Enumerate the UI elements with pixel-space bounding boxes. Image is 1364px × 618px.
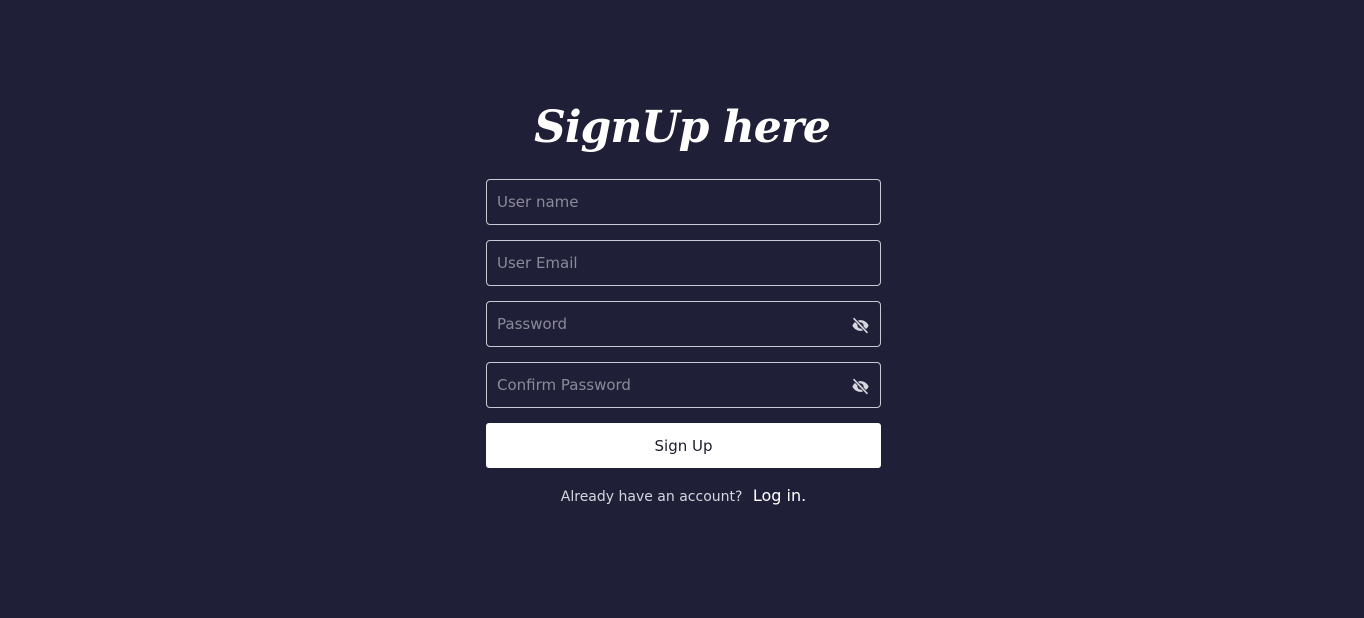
- login-prompt: Already have an account? Log in.: [486, 486, 881, 505]
- eye-slash-icon[interactable]: [850, 376, 870, 396]
- signup-form: Sign Up Already have an account? Log in.: [486, 179, 881, 505]
- confirm-password-input[interactable]: [487, 363, 880, 407]
- eye-slash-icon-graphic: [851, 377, 869, 395]
- email-field-wrapper: [486, 240, 881, 286]
- sign-up-button[interactable]: Sign Up: [486, 423, 881, 468]
- login-link[interactable]: Log in.: [753, 486, 806, 505]
- page-title: SignUp here: [534, 102, 831, 153]
- username-input[interactable]: [487, 180, 880, 224]
- eye-slash-icon[interactable]: [850, 315, 870, 335]
- username-field-wrapper: [486, 179, 881, 225]
- eye-slash-icon-graphic: [851, 316, 869, 334]
- email-input[interactable]: [487, 241, 880, 285]
- password-field-wrapper: [486, 301, 881, 347]
- confirm-password-field-wrapper: [486, 362, 881, 408]
- password-input[interactable]: [487, 302, 880, 346]
- login-prompt-text: Already have an account?: [560, 489, 743, 505]
